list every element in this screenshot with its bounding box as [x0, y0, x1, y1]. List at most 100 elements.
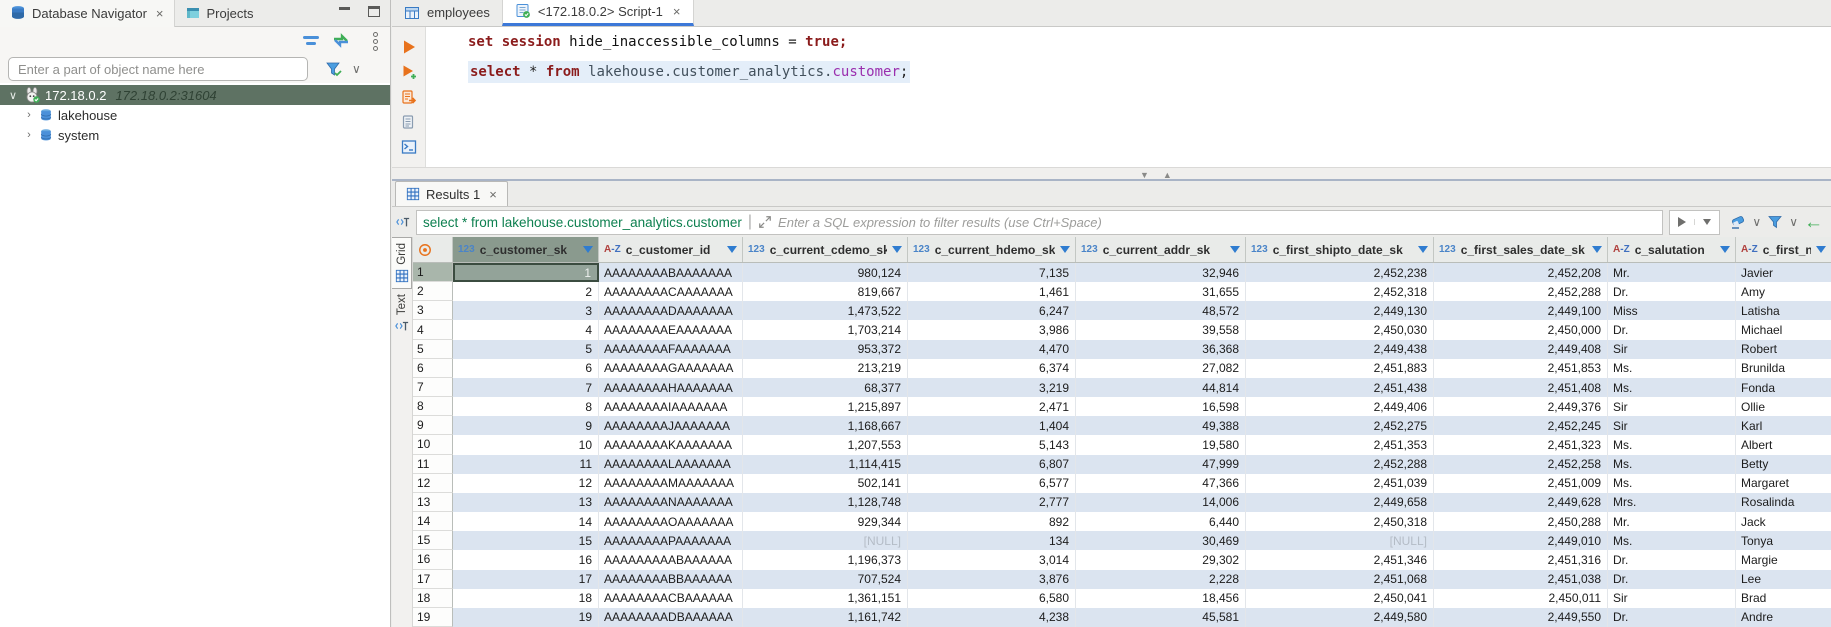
editor-results-splitter[interactable]: ▼▲: [392, 167, 1831, 181]
cell-c_salutation[interactable]: Ms.: [1608, 435, 1736, 454]
cell-c_customer_id[interactable]: AAAAAAAAOAAAAAAA: [599, 512, 743, 531]
execute-script-icon[interactable]: [401, 89, 417, 105]
row-number[interactable]: 19: [413, 608, 453, 627]
cell-c_salutation[interactable]: Miss: [1608, 301, 1736, 320]
cell-c_first_na[interactable]: Karl: [1736, 416, 1831, 435]
cell-c_customer_sk[interactable]: 11: [453, 455, 599, 474]
cell-c_first_sales_date_sk[interactable]: 2,452,258: [1434, 455, 1608, 474]
cell-c_current_addr_sk[interactable]: 27,082: [1076, 359, 1246, 378]
close-icon[interactable]: ×: [156, 6, 164, 21]
cell-c_customer_sk[interactable]: 4: [453, 320, 599, 339]
cell-c_first_sales_date_sk[interactable]: 2,450,011: [1434, 589, 1608, 608]
cell-c_first_shipto_date_sk[interactable]: 2,449,438: [1246, 340, 1434, 359]
cell-c_first_na[interactable]: Fonda: [1736, 378, 1831, 397]
cell-c_first_sales_date_sk[interactable]: 2,449,628: [1434, 493, 1608, 512]
minimize-panel-button[interactable]: [338, 6, 352, 17]
cell-c_customer_sk[interactable]: 16: [453, 550, 599, 569]
cell-c_customer_id[interactable]: AAAAAAAAKAAAAAAA: [599, 435, 743, 454]
cell-c_current_addr_sk[interactable]: 2,228: [1076, 570, 1246, 589]
cell-c_first_shipto_date_sk[interactable]: 2,452,318: [1246, 282, 1434, 301]
cell-c_first_shipto_date_sk[interactable]: 2,451,039: [1246, 474, 1434, 493]
cell-c_customer_sk[interactable]: 12: [453, 474, 599, 493]
column-header-c_first_sales_date_sk[interactable]: 123c_first_sales_date_sk: [1434, 237, 1608, 262]
tab-results-1[interactable]: Results 1 ×: [395, 181, 508, 206]
cell-c_current_addr_sk[interactable]: 18,456: [1076, 589, 1246, 608]
cell-c_first_shipto_date_sk[interactable]: 2,451,438: [1246, 378, 1434, 397]
cell-c_current_hdemo_sk[interactable]: 3,014: [908, 550, 1076, 569]
column-header-c_customer_sk[interactable]: 123c_customer_sk: [453, 237, 599, 262]
cell-c_first_sales_date_sk[interactable]: 2,451,038: [1434, 570, 1608, 589]
cell-c_customer_id[interactable]: AAAAAAAAGAAAAAAA: [599, 359, 743, 378]
cell-c_current_hdemo_sk[interactable]: 6,577: [908, 474, 1076, 493]
apply-filter-dropdown-icon[interactable]: [1694, 219, 1719, 225]
cell-c_first_na[interactable]: Rosalinda: [1736, 493, 1831, 512]
cell-c_customer_sk[interactable]: 13: [453, 493, 599, 512]
cell-c_first_na[interactable]: Andre: [1736, 608, 1831, 627]
cell-c_current_hdemo_sk[interactable]: 3,876: [908, 570, 1076, 589]
cell-c_salutation[interactable]: Sir: [1608, 397, 1736, 416]
column-header-c_customer_id[interactable]: A-Zc_customer_id: [599, 237, 743, 262]
chevron-down-icon[interactable]: ∨: [6, 89, 20, 102]
funnel-dropdown-chevron-icon[interactable]: ∨: [1789, 215, 1798, 229]
cell-c_customer_id[interactable]: AAAAAAAAPAAAAAAA: [599, 531, 743, 550]
filter-dropdown-chevron-icon[interactable]: ∨: [352, 62, 361, 76]
cell-c_current_cdemo_sk[interactable]: 953,372: [743, 340, 908, 359]
cell-c_customer_id[interactable]: AAAAAAAABAAAAAAA: [599, 263, 743, 282]
cell-c_current_cdemo_sk[interactable]: 68,377: [743, 378, 908, 397]
cell-c_first_na[interactable]: Jack: [1736, 512, 1831, 531]
cell-c_salutation[interactable]: Dr.: [1608, 570, 1736, 589]
cell-c_salutation[interactable]: Sir: [1608, 416, 1736, 435]
sql-code[interactable]: set session hide_inaccessible_columns = …: [432, 27, 1831, 168]
cell-c_salutation[interactable]: Ms.: [1608, 474, 1736, 493]
cell-c_customer_sk[interactable]: 17: [453, 570, 599, 589]
row-number[interactable]: 9: [413, 416, 453, 435]
cell-c_current_cdemo_sk[interactable]: 1,473,522: [743, 301, 908, 320]
tab-projects[interactable]: Projects: [175, 0, 264, 27]
close-icon[interactable]: ×: [489, 187, 497, 202]
cell-c_customer_sk[interactable]: 18: [453, 589, 599, 608]
chevron-right-icon[interactable]: ›: [22, 129, 36, 141]
cell-c_current_cdemo_sk[interactable]: 1,128,748: [743, 493, 908, 512]
cell-c_first_na[interactable]: Latisha: [1736, 301, 1831, 320]
cell-c_first_shipto_date_sk[interactable]: 2,449,406: [1246, 397, 1434, 416]
back-arrow-icon[interactable]: ←: [1804, 213, 1823, 232]
cell-c_customer_sk[interactable]: 5: [453, 340, 599, 359]
column-menu-icon[interactable]: [1816, 246, 1826, 253]
cell-c_first_sales_date_sk[interactable]: 2,452,288: [1434, 282, 1608, 301]
cell-c_first_shipto_date_sk[interactable]: 2,452,238: [1246, 263, 1434, 282]
grid-filter-funnel-icon[interactable]: [1767, 214, 1783, 230]
cell-c_first_na[interactable]: Ollie: [1736, 397, 1831, 416]
column-menu-icon[interactable]: [1060, 246, 1070, 253]
cell-c_current_cdemo_sk[interactable]: 1,703,214: [743, 320, 908, 339]
tab-script-1[interactable]: <172.18.0.2> Script-1 ×: [502, 0, 694, 26]
maximize-panel-button[interactable]: [368, 6, 382, 17]
cell-c_current_addr_sk[interactable]: 47,999: [1076, 455, 1246, 474]
cell-c_customer_sk[interactable]: 14: [453, 512, 599, 531]
cell-c_customer_id[interactable]: AAAAAAAAMAAAAAAA: [599, 474, 743, 493]
cell-c_current_addr_sk[interactable]: 29,302: [1076, 550, 1246, 569]
row-number[interactable]: 2: [413, 282, 453, 301]
execute-statement-icon[interactable]: [401, 39, 417, 55]
column-menu-icon[interactable]: [1592, 246, 1602, 253]
view-menu-icon[interactable]: [373, 32, 378, 51]
cell-c_current_hdemo_sk[interactable]: 3,219: [908, 378, 1076, 397]
cell-c_current_addr_sk[interactable]: 16,598: [1076, 397, 1246, 416]
cell-c_current_hdemo_sk[interactable]: 5,143: [908, 435, 1076, 454]
grid-corner-cell[interactable]: [413, 237, 453, 262]
cell-c_customer_sk[interactable]: 2: [453, 282, 599, 301]
chevron-right-icon[interactable]: ›: [22, 109, 36, 121]
cell-c_current_cdemo_sk[interactable]: 213,219: [743, 359, 908, 378]
column-header-c_first_shipto_date_sk[interactable]: 123c_first_shipto_date_sk: [1246, 237, 1434, 262]
cell-c_first_shipto_date_sk[interactable]: 2,450,030: [1246, 320, 1434, 339]
cell-c_current_addr_sk[interactable]: 6,440: [1076, 512, 1246, 531]
cell-c_salutation[interactable]: Dr.: [1608, 608, 1736, 627]
splitter-handle-icon[interactable]: ▼▲: [1140, 170, 1172, 180]
row-number[interactable]: 13: [413, 493, 453, 512]
cell-c_current_addr_sk[interactable]: 19,580: [1076, 435, 1246, 454]
collapse-all-icon[interactable]: [303, 36, 319, 46]
sql-terminal-icon[interactable]: [401, 139, 417, 155]
row-number[interactable]: 11: [413, 455, 453, 474]
cell-c_current_addr_sk[interactable]: 39,558: [1076, 320, 1246, 339]
cell-c_customer_id[interactable]: AAAAAAAANAAAAAAA: [599, 493, 743, 512]
cell-c_first_sales_date_sk[interactable]: 2,451,323: [1434, 435, 1608, 454]
